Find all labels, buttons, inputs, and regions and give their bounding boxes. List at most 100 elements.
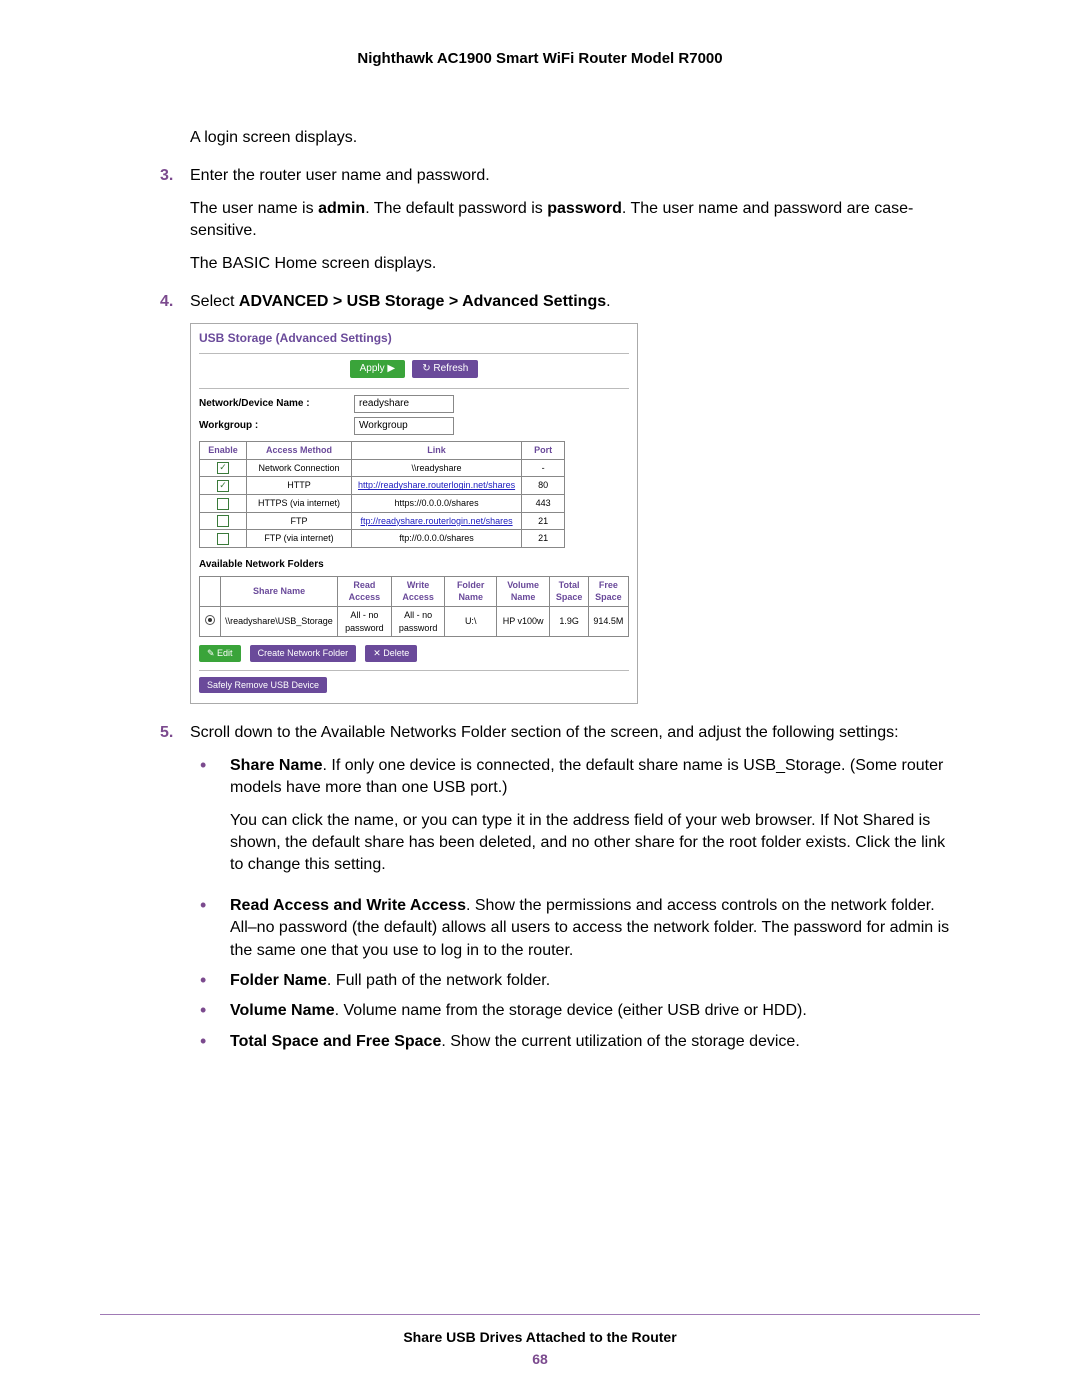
create-folder-button[interactable]: Create Network Folder [250, 645, 357, 662]
link-cell: \\readyshare [352, 459, 522, 477]
method-cell: FTP (via internet) [247, 530, 352, 548]
login-displays-text: A login screen displays. [190, 127, 960, 149]
footer-title: Share USB Drives Attached to the Router [100, 1329, 980, 1345]
share-cell: \\readyshare\USB_Storage [221, 607, 338, 637]
enable-checkbox[interactable]: ✓ [217, 480, 229, 492]
step-4-number: 4. [160, 291, 190, 716]
folder-cell: U:\ [445, 607, 496, 637]
page-footer: Share USB Drives Attached to the Router … [100, 1314, 980, 1367]
enable-checkbox[interactable]: ✓ [217, 498, 229, 510]
text-fragment: Select [190, 293, 239, 310]
usb-storage-screenshot: USB Storage (Advanced Settings) Apply ▶ … [190, 323, 638, 704]
bullet-icon: • [190, 1031, 230, 1053]
port-cell: - [522, 459, 565, 477]
bullet-icon: • [190, 970, 230, 992]
method-cell: FTP [247, 512, 352, 530]
available-folders-header: Available Network Folders [199, 558, 629, 572]
link-cell[interactable]: http://readyshare.routerlogin.net/shares [358, 480, 515, 490]
folders-table: Share Name Read Access Write Access Fold… [199, 576, 629, 637]
text-fragment: . [606, 293, 610, 310]
bullet-text: . Volume name from the storage device (e… [335, 1002, 807, 1019]
netdev-label: Network/Device Name : [199, 397, 354, 411]
step-3-text: Enter the router user name and password. [190, 165, 960, 187]
link-cell: https://0.0.0.0/shares [352, 494, 522, 512]
admin-bold: admin [318, 200, 365, 217]
basic-home-text: The BASIC Home screen displays. [190, 253, 960, 275]
edit-button[interactable]: ✎ Edit [199, 645, 241, 662]
access-methods-table: Enable Access Method Link Port ✓ Network… [199, 441, 565, 548]
bullet-text: . Show the current utilization of the st… [441, 1033, 799, 1050]
th-enable: Enable [200, 442, 247, 460]
th-port: Port [522, 442, 565, 460]
remove-usb-button[interactable]: Safely Remove USB Device [199, 677, 327, 694]
bullet-label: Volume Name [230, 1002, 335, 1019]
write-cell: All - no password [391, 607, 445, 637]
th-method: Access Method [247, 442, 352, 460]
th-share: Share Name [221, 576, 338, 606]
th-link: Link [352, 442, 522, 460]
port-cell: 80 [522, 477, 565, 495]
port-cell: 21 [522, 512, 565, 530]
total-cell: 1.9G [550, 607, 588, 637]
port-cell: 443 [522, 494, 565, 512]
enable-checkbox[interactable]: ✓ [217, 533, 229, 545]
volume-cell: HP v100w [496, 607, 549, 637]
bullet-label: Folder Name [230, 972, 327, 989]
enable-checkbox[interactable]: ✓ [217, 515, 229, 527]
method-cell: HTTPS (via internet) [247, 494, 352, 512]
bullet-icon: • [190, 1000, 230, 1022]
bullet-icon: • [190, 755, 230, 887]
link-cell: ftp://0.0.0.0/shares [352, 530, 522, 548]
step-4-text: Select ADVANCED > USB Storage > Advanced… [190, 291, 960, 313]
table-row: ✓ Network Connection \\readyshare - [200, 459, 565, 477]
refresh-button[interactable]: ↻ Refresh [412, 360, 478, 378]
password-bold: password [547, 200, 622, 217]
th-total: Total Space [550, 576, 588, 606]
delete-button[interactable]: ✕ Delete [365, 645, 417, 662]
th-write: Write Access [391, 576, 445, 606]
th-volume: Volume Name [496, 576, 549, 606]
folder-name-bullet: Folder Name. Full path of the network fo… [230, 970, 960, 992]
enable-checkbox[interactable]: ✓ [217, 462, 229, 474]
nav-path-bold: ADVANCED > USB Storage > Advanced Settin… [239, 293, 606, 310]
netdev-input[interactable]: readyshare [354, 395, 454, 413]
step-5-number: 5. [160, 722, 190, 1061]
port-cell: 21 [522, 530, 565, 548]
ss-title: USB Storage (Advanced Settings) [199, 330, 629, 347]
folder-row: \\readyshare\USB_Storage All - no passwo… [200, 607, 629, 637]
table-row: ✓ HTTPS (via internet) https://0.0.0.0/s… [200, 494, 565, 512]
step-3-number: 3. [160, 165, 190, 285]
table-row: ✓ FTP (via internet) ftp://0.0.0.0/share… [200, 530, 565, 548]
text-fragment: The user name is [190, 200, 318, 217]
space-bullet: Total Space and Free Space. Show the cur… [230, 1031, 960, 1053]
page-number: 68 [100, 1351, 980, 1367]
bullet-text: . Full path of the network folder. [327, 972, 550, 989]
table-row: ✓ HTTP http://readyshare.routerlogin.net… [200, 477, 565, 495]
workgroup-label: Workgroup : [199, 419, 354, 433]
bullet-icon: • [190, 895, 230, 962]
share-name-extra: You can click the name, or you can type … [230, 810, 960, 877]
method-cell: HTTP [247, 477, 352, 495]
step-5-text: Scroll down to the Available Networks Fo… [190, 722, 960, 744]
apply-button[interactable]: Apply ▶ [350, 360, 405, 378]
share-name-bullet: Share Name. If only one device is connec… [230, 755, 960, 800]
link-cell[interactable]: ftp://readyshare.routerlogin.net/shares [361, 516, 513, 526]
credentials-text: The user name is admin. The default pass… [190, 198, 960, 243]
text-fragment: . The default password is [365, 200, 547, 217]
step-spacer [160, 127, 190, 159]
th-read: Read Access [337, 576, 391, 606]
folder-radio[interactable] [205, 615, 215, 625]
read-cell: All - no password [337, 607, 391, 637]
bullet-label: Read Access and Write Access [230, 897, 466, 914]
read-write-bullet: Read Access and Write Access. Show the p… [230, 895, 960, 962]
bullet-label: Share Name [230, 757, 323, 774]
workgroup-input[interactable]: Workgroup [354, 417, 454, 435]
table-row: ✓ FTP ftp://readyshare.routerlogin.net/s… [200, 512, 565, 530]
bullet-text: . If only one device is connected, the d… [230, 757, 943, 796]
free-cell: 914.5M [588, 607, 628, 637]
page-header: Nighthawk AC1900 Smart WiFi Router Model… [100, 50, 980, 67]
bullet-label: Total Space and Free Space [230, 1033, 441, 1050]
volume-name-bullet: Volume Name. Volume name from the storag… [230, 1000, 960, 1022]
th-folder: Folder Name [445, 576, 496, 606]
th-free: Free Space [588, 576, 628, 606]
